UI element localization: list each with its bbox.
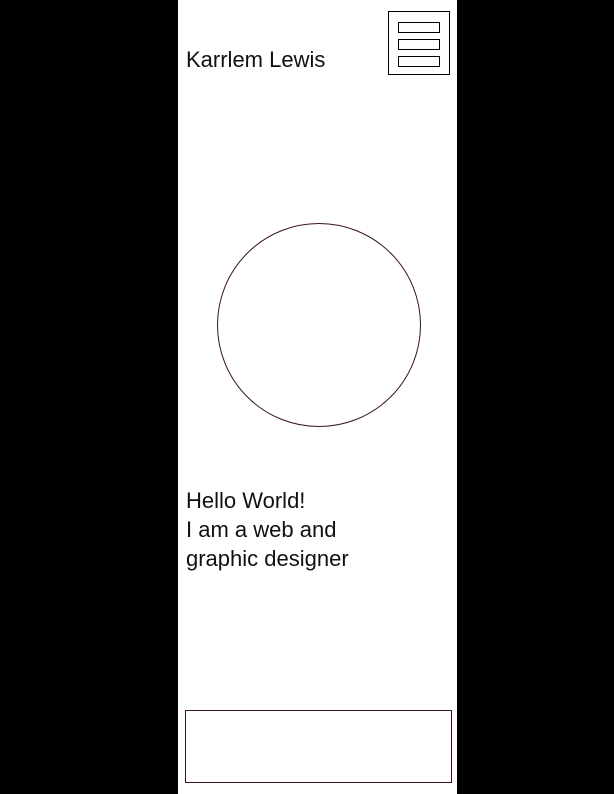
intro-line-role-continued: graphic designer [186,546,349,571]
page: Karrlem Lewis Hello World! I am a web an… [0,0,614,794]
avatar-placeholder [217,223,421,427]
content-column: Karrlem Lewis Hello World! I am a web an… [178,0,457,794]
intro-line-greeting: Hello World! [186,488,306,513]
intro-line-role: I am a web and [186,517,337,542]
site-name[interactable]: Karrlem Lewis [186,46,325,74]
menu-bar-icon [398,56,440,67]
hamburger-menu-button[interactable] [388,11,450,75]
menu-bar-icon [398,39,440,50]
menu-bar-icon [398,22,440,33]
footer-box [185,710,452,783]
intro-text: Hello World! I am a web and graphic desi… [186,486,349,573]
